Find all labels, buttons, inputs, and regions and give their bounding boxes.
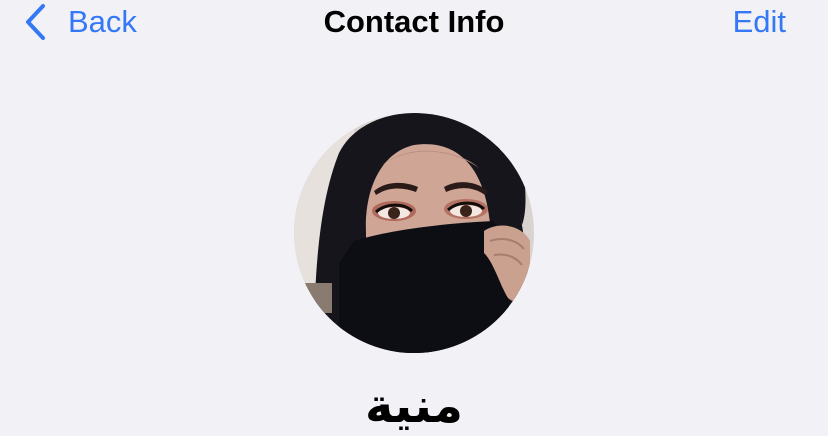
navigation-bar: Back Contact Info Edit (0, 0, 828, 44)
avatar[interactable] (294, 113, 534, 353)
avatar-photo (294, 113, 534, 353)
edit-button[interactable]: Edit (733, 2, 786, 42)
back-label: Back (68, 4, 137, 39)
back-button[interactable]: Back (24, 2, 137, 42)
contact-name: منية (364, 378, 463, 434)
chevron-left-icon (24, 3, 46, 41)
